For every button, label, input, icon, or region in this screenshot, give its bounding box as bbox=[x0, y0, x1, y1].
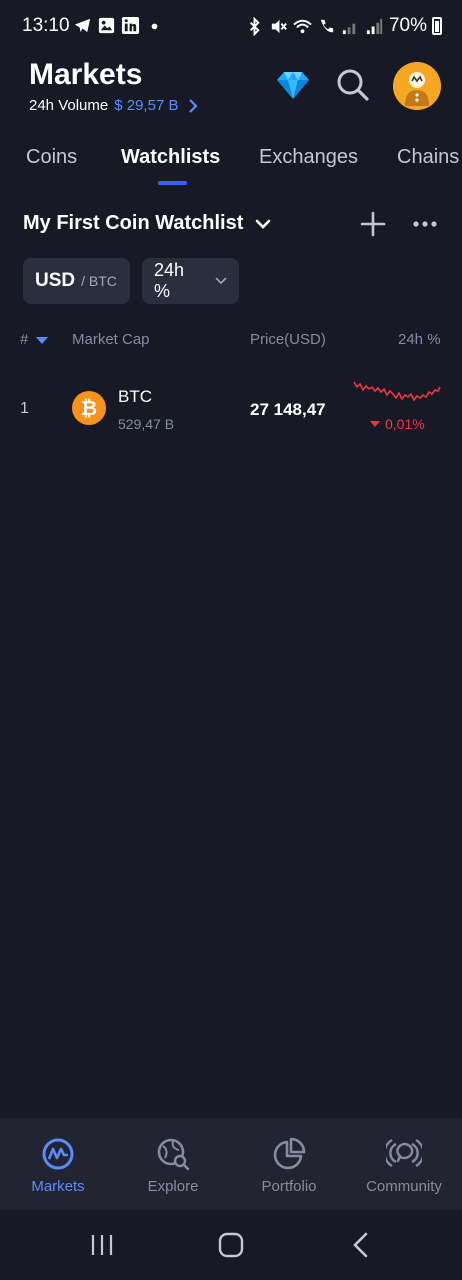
system-status-icons: 70% bbox=[245, 15, 442, 37]
signal-weak-icon bbox=[342, 23, 356, 34]
image-icon bbox=[98, 17, 115, 34]
currency-secondary: / BTC bbox=[81, 273, 117, 289]
back-icon[interactable] bbox=[346, 1230, 376, 1260]
period-value: 24h % bbox=[154, 260, 185, 301]
markets-icon bbox=[42, 1138, 74, 1170]
bitcoin-icon: ₿ bbox=[72, 391, 106, 425]
nav-community-label: Community bbox=[366, 1178, 442, 1195]
nav-markets-label: Markets bbox=[31, 1178, 85, 1195]
signal-icon bbox=[366, 18, 383, 34]
table-row[interactable]: 1 ₿ BTC 529,47 B 27 148,47 0,01% bbox=[0, 370, 462, 446]
tab-chains[interactable]: Chains bbox=[397, 146, 459, 169]
status-time: 13:10 bbox=[22, 15, 70, 36]
coin-price: 27 148,47 bbox=[250, 400, 326, 419]
svg-text:₿: ₿ bbox=[81, 398, 97, 420]
active-tab-indicator bbox=[158, 181, 187, 185]
chevron-down-icon bbox=[256, 219, 271, 229]
volume-label: 24h Volume bbox=[29, 97, 109, 114]
rank-header-label: # bbox=[20, 331, 29, 348]
search-icon[interactable] bbox=[336, 68, 370, 102]
avatar[interactable] bbox=[393, 62, 441, 110]
currency-toggle[interactable]: USD / BTC bbox=[23, 258, 130, 304]
tab-exchanges[interactable]: Exchanges bbox=[259, 146, 358, 169]
row-rank: 1 bbox=[20, 400, 29, 417]
bottom-navigation: Markets Explore Portfolio Community bbox=[0, 1118, 462, 1210]
nav-explore-label: Explore bbox=[147, 1178, 199, 1195]
wifi-icon bbox=[293, 19, 312, 33]
volume-summary[interactable]: 24h Volume $ 29,57 B bbox=[29, 97, 199, 114]
period-dropdown[interactable]: 24h % bbox=[142, 258, 239, 304]
telegram-icon bbox=[74, 18, 91, 33]
system-navigation-bar bbox=[0, 1210, 462, 1280]
coin-market-cap: 529,47 B bbox=[118, 416, 175, 432]
community-icon bbox=[386, 1138, 422, 1168]
explore-icon bbox=[157, 1138, 190, 1171]
chevron-down-icon bbox=[215, 277, 227, 285]
chevron-right-icon bbox=[189, 98, 199, 113]
diamond-icon[interactable] bbox=[276, 70, 310, 100]
nav-portfolio-label: Portfolio bbox=[261, 1178, 317, 1195]
price-column-header[interactable]: Price(USD) bbox=[250, 331, 326, 348]
add-icon[interactable] bbox=[360, 211, 386, 237]
linkedin-icon bbox=[121, 16, 140, 35]
sort-descending-icon bbox=[36, 336, 49, 344]
portfolio-icon bbox=[273, 1137, 306, 1170]
market-tabs: Coins Watchlists Exchanges Chains bbox=[0, 146, 462, 190]
page-title: Markets bbox=[29, 58, 143, 91]
tab-watchlists[interactable]: Watchlists bbox=[121, 146, 220, 169]
rank-column-header[interactable]: # bbox=[20, 331, 49, 348]
mute-icon bbox=[271, 19, 287, 33]
watchlist-name: My First Coin Watchlist bbox=[23, 212, 244, 234]
watchlist-selector[interactable]: My First Coin Watchlist bbox=[23, 212, 271, 235]
down-arrow-icon bbox=[370, 421, 380, 427]
dot-icon bbox=[151, 23, 158, 30]
change-column-header[interactable]: 24h % bbox=[398, 331, 441, 348]
coin-change-value: 0,01% bbox=[385, 416, 425, 432]
notification-icons bbox=[73, 16, 164, 35]
more-icon[interactable] bbox=[412, 220, 438, 228]
nav-community[interactable]: Community bbox=[346, 1136, 462, 1195]
call-icon bbox=[320, 19, 334, 32]
nav-markets[interactable]: Markets bbox=[0, 1136, 116, 1195]
nav-portfolio[interactable]: Portfolio bbox=[231, 1136, 347, 1195]
coin-change: 0,01% bbox=[370, 416, 425, 432]
price-sparkline bbox=[353, 381, 441, 402]
battery-icon bbox=[432, 17, 442, 35]
volume-value: $ 29,57 B bbox=[114, 97, 179, 114]
currency-primary: USD bbox=[35, 270, 76, 291]
bluetooth-icon bbox=[249, 16, 260, 36]
battery-percent: 70% bbox=[388, 15, 427, 36]
status-bar: 13:10 70% bbox=[0, 0, 462, 52]
coin-symbol: BTC bbox=[118, 387, 152, 406]
tab-coins[interactable]: Coins bbox=[26, 146, 77, 169]
nav-explore[interactable]: Explore bbox=[115, 1136, 231, 1195]
recent-apps-icon[interactable] bbox=[88, 1230, 118, 1260]
market-cap-column-header[interactable]: Market Cap bbox=[72, 331, 150, 348]
home-icon[interactable] bbox=[216, 1230, 246, 1260]
